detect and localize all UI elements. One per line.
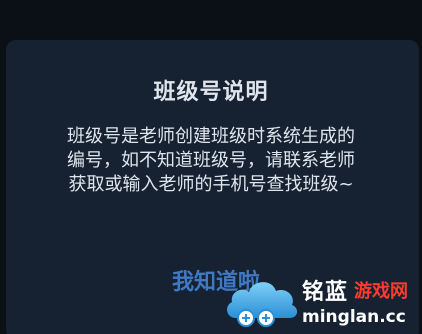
dialog-title: 班级号说明 [153, 80, 269, 105]
dialog-message-line: 编号，如不知道班级号，请联系老师 [67, 150, 355, 171]
dialog-message: 班级号是老师创建班级时系统生成的 编号，如不知道班级号，请联系老师 获取或输入老… [0, 125, 422, 197]
watermark-domain: minglan.cc [302, 307, 406, 327]
dialog-message-line: 班级号是老师创建班级时系统生成的 [67, 126, 355, 147]
screen: 班级号说明 班级号是老师创建班级时系统生成的 编号，如不知道班级号，请联系老师 … [0, 0, 422, 334]
watermark-brand: 铭蓝 游戏网 [302, 278, 422, 305]
watermark: 铭蓝 游戏网 minglan.cc [222, 270, 422, 334]
dialog-message-line: 获取或输入老师的手机号查找班级~ [68, 174, 354, 195]
cloud-logo-icon [227, 282, 298, 327]
watermark-brand-sub: 游戏网 [354, 281, 409, 302]
watermark-brand-name: 铭蓝 [302, 280, 349, 305]
